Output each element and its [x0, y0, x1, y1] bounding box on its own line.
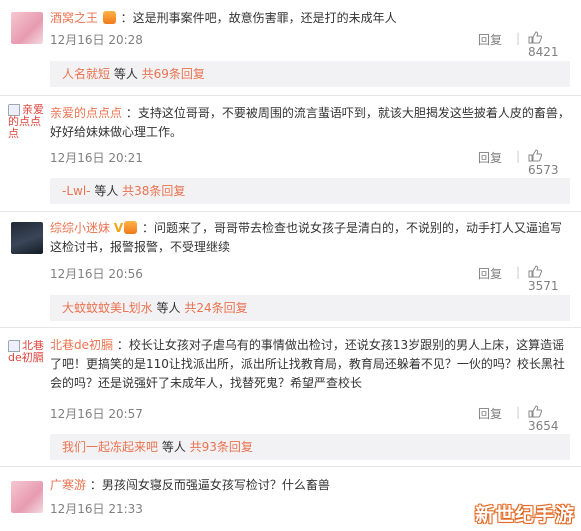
divider	[0, 466, 581, 467]
sub-reply-user[interactable]: 人名就短	[62, 67, 110, 81]
vip-crown-icon	[124, 221, 138, 234]
comment-meta: 12月16日 20:28 回复 | 8421	[50, 31, 571, 59]
divider	[0, 327, 581, 328]
verified-v-icon: V	[113, 221, 124, 235]
avatar[interactable]	[11, 12, 43, 44]
divider: |	[516, 265, 521, 279]
vip-crown-icon	[102, 11, 116, 24]
avatar[interactable]	[11, 222, 43, 254]
timestamp: 12月16日 20:56	[50, 267, 143, 281]
avatar[interactable]: 亲爱的点点点	[8, 104, 46, 152]
thumbs-up-icon	[528, 265, 542, 278]
reply-button[interactable]: 回复	[478, 405, 502, 422]
comment-text: ：这是刑事案件吧，故意伤害罪，还是打的未成年人	[120, 11, 397, 25]
timestamp: 12月16日 20:28	[50, 33, 143, 47]
timestamp: 12月16日 20:57	[50, 407, 143, 421]
thumbs-up-icon	[528, 405, 542, 418]
divider	[0, 211, 581, 212]
timestamp: 12月16日 21:33	[50, 502, 143, 516]
comment-text: ：男孩闯女寝反而强逼女孩写检讨？什么畜兽	[89, 478, 330, 492]
sub-replies-bar[interactable]: 我们一起冻起来吧 等人 共93条回复	[50, 434, 570, 460]
thumbs-up-icon	[528, 31, 542, 44]
username-link[interactable]: 北巷de初膈	[50, 338, 113, 352]
divider: |	[516, 149, 521, 163]
reply-button[interactable]: 回复	[478, 149, 502, 166]
timestamp: 12月16日 20:21	[50, 151, 143, 165]
username-link[interactable]: 酒窝之王	[50, 11, 98, 25]
divider	[0, 95, 581, 96]
comment-meta: 12月16日 20:57 回复 | 3654	[50, 405, 571, 433]
like-count: 8421	[528, 45, 559, 59]
comment-text: ：支持这位哥哥，不要被周围的流言蜚语吓到，就该大胆揭发这些披着人皮的畜兽，好好给…	[50, 106, 570, 139]
like-button[interactable]: 3571	[528, 265, 571, 293]
like-count: 3571	[528, 279, 559, 293]
reply-count-link[interactable]: 共24条回复	[184, 301, 247, 315]
sub-reply-user[interactable]: -Lwl-	[62, 184, 91, 198]
divider: |	[516, 31, 521, 45]
comment-meta: 12月16日 20:56 回复 | 3571	[50, 265, 571, 293]
thumbs-up-icon	[528, 149, 542, 162]
reply-count-link[interactable]: 共69条回复	[142, 67, 205, 81]
sub-replies-bar[interactable]: 人名就短 等人 共69条回复	[50, 61, 570, 87]
sub-reply-user[interactable]: 大蚊蚊蚊美L划水	[62, 301, 153, 315]
reply-button[interactable]: 回复	[478, 265, 502, 282]
sub-reply-user[interactable]: 我们一起冻起来吧	[62, 440, 158, 454]
sub-replies-bar[interactable]: 大蚊蚊蚊美L划水 等人 共24条回复	[50, 295, 570, 321]
site-watermark: 新世纪手游	[474, 504, 575, 526]
reply-button[interactable]: 回复	[478, 31, 502, 48]
like-button[interactable]: 6573	[528, 149, 571, 177]
sub-replies-bar[interactable]: -Lwl- 等人 共38条回复	[50, 178, 570, 204]
comment-text: ：校长让女孩对子虐乌有的事情做出检讨，还说女孩13岁跟别的男人上床，这算造谣了吧…	[50, 338, 565, 390]
reply-count-link[interactable]: 共93条回复	[190, 440, 253, 454]
like-button[interactable]: 8421	[528, 31, 571, 59]
avatar[interactable]: 北巷de初膈	[8, 340, 46, 388]
avatar[interactable]	[11, 481, 43, 513]
username-link[interactable]: 综综小迷妹	[50, 221, 110, 235]
username-link[interactable]: 广寒游	[50, 478, 86, 492]
like-button[interactable]: 3654	[528, 405, 571, 433]
comment-meta: 12月16日 20:21 回复 | 6573	[50, 149, 571, 177]
like-count: 6573	[528, 163, 559, 177]
username-link[interactable]: 亲爱的点点点	[50, 106, 122, 120]
reply-count-link[interactable]: 共38条回复	[122, 184, 185, 198]
like-count: 3654	[528, 419, 559, 433]
divider: |	[516, 405, 521, 419]
